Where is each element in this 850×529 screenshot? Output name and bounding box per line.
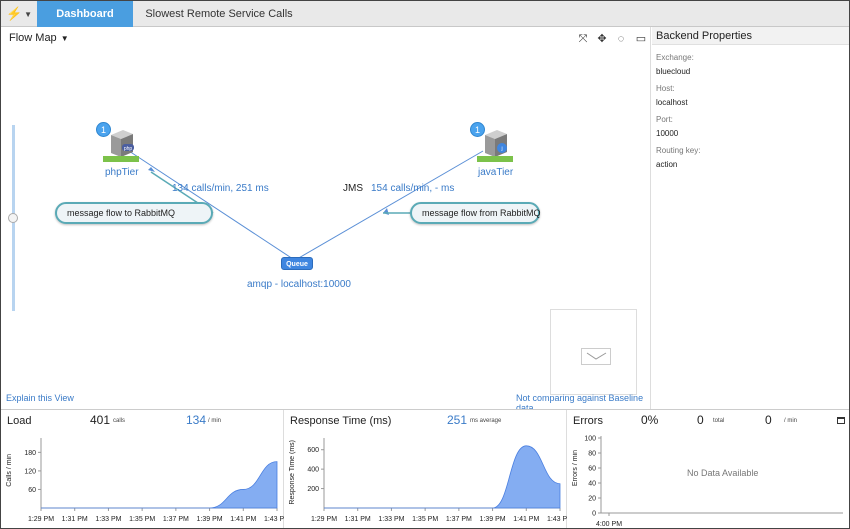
x-tick-label: 1:39 PM: [197, 516, 223, 523]
property-value: action: [656, 160, 678, 169]
java-tier-health-bar: [477, 156, 513, 162]
series-area: [41, 461, 278, 509]
y-tick-label: 100: [584, 436, 596, 443]
series-area: [324, 445, 561, 509]
y-tick-label: 0: [592, 511, 596, 518]
y-tick-label: 20: [588, 496, 596, 503]
x-tick-label: 1:37 PM: [163, 516, 189, 523]
property-value: bluecloud: [656, 67, 691, 76]
overview-edges: [586, 352, 607, 360]
no-data-message: No Data Available: [687, 468, 759, 478]
response-time-chart: 600 400 200 1:29 PM 1:31 PM 1:33 PM 1:35 PM 1:3…: [307, 438, 567, 523]
edge-java-metrics[interactable]: JMS 154 calls/min, - ms: [343, 183, 454, 194]
x-tick-label: 4:00 PM: [596, 521, 622, 528]
property-key: Host:: [656, 84, 675, 93]
property-value: localhost: [656, 98, 688, 107]
svg-text:php: php: [124, 146, 133, 152]
queue-label[interactable]: amqp - localhost:10000: [247, 279, 351, 290]
x-tick-label: 1:43 PM: [547, 516, 567, 523]
y-tick-label: 400: [307, 467, 319, 474]
y-tick-label: 200: [307, 486, 319, 493]
php-tier-health-bar: [103, 156, 139, 162]
property-host: Host: localhost: [652, 84, 849, 107]
x-tick-label: 1:29 PM: [311, 516, 337, 523]
y-tick-label: 180: [24, 450, 36, 457]
jms-protocol-label: JMS: [343, 183, 363, 194]
php-tier-label[interactable]: phpTier: [105, 167, 139, 178]
response-time-panel[interactable]: Response Time (ms) 251 ms average Respon…: [284, 410, 567, 528]
explain-view-link[interactable]: Explain this View: [6, 393, 74, 403]
server-icon[interactable]: j: [483, 129, 509, 159]
tab-slowest-remote-service-calls[interactable]: Slowest Remote Service Calls: [133, 1, 305, 27]
app-window: ⚡ ▼ Dashboard Slowest Remote Service Call…: [0, 0, 850, 529]
callout-to-rabbitmq: message flow to RabbitMQ: [55, 202, 213, 224]
x-tick-label: 1:37 PM: [446, 516, 472, 523]
x-tick-label: 1:41 PM: [230, 516, 256, 523]
backend-properties-panel: Backend Properties Exchange: bluecloud H…: [652, 27, 849, 409]
java-tier-label[interactable]: javaTier: [478, 167, 513, 178]
x-tick-label: 1:39 PM: [480, 516, 506, 523]
overview-viewport[interactable]: [581, 348, 611, 365]
tab-dashboard[interactable]: Dashboard: [37, 1, 133, 27]
x-tick-label: 1:35 PM: [129, 516, 155, 523]
y-tick-label: 80: [588, 451, 596, 458]
x-tick-label: 1:43 PM: [264, 516, 284, 523]
y-tick-label: 600: [307, 447, 319, 454]
x-tick-label: 1:31 PM: [62, 516, 88, 523]
edge-java-metrics-text: 154 calls/min, - ms: [371, 183, 455, 194]
property-exchange: Exchange: bluecloud: [652, 53, 849, 76]
load-panel[interactable]: Load 401 calls 134 / min Calls / min 180…: [1, 410, 284, 528]
metrics-strip: Load 401 calls 134 / min Calls / min 180…: [1, 409, 849, 528]
property-port: Port: 10000: [652, 115, 849, 138]
property-value: 10000: [656, 129, 679, 138]
app-menu-button[interactable]: ⚡ ▼: [1, 1, 37, 27]
y-tick-label: 60: [588, 466, 596, 473]
load-chart: 180 120 60 1:29 PM 1:31 PM 1:33 PM 1:35 PM 1:37…: [24, 438, 284, 523]
y-tick-label: 120: [24, 468, 36, 475]
callout-from-rabbitmq: message flow from RabbitMQ: [410, 202, 541, 224]
x-tick-label: 1:41 PM: [513, 516, 539, 523]
server-icon[interactable]: php: [109, 129, 135, 159]
property-key: Exchange:: [656, 53, 694, 62]
property-key: Port:: [656, 115, 673, 124]
property-key: Routing key:: [656, 146, 701, 155]
edge-php-metrics[interactable]: 134 calls/min, 251 ms: [172, 183, 269, 194]
flow-map-panel: Flow Map ▼ ⤧ ✥ ◌ ▭ 1 php phpTier 1 j jav…: [1, 27, 651, 413]
queue-node[interactable]: Queue: [281, 257, 313, 270]
x-tick-label: 1:29 PM: [28, 516, 54, 523]
chevron-down-icon: ▼: [24, 9, 33, 19]
x-tick-label: 1:33 PM: [378, 516, 404, 523]
top-nav-bar: ⚡ ▼ Dashboard Slowest Remote Service Call…: [1, 1, 849, 27]
x-tick-label: 1:35 PM: [412, 516, 438, 523]
lightning-icon: ⚡: [5, 6, 23, 21]
flow-map-overview[interactable]: [550, 309, 637, 395]
x-tick-label: 1:31 PM: [345, 516, 371, 523]
backend-properties-title: Backend Properties: [652, 27, 849, 45]
y-tick-label: 60: [28, 487, 36, 494]
x-tick-label: 1:33 PM: [95, 516, 121, 523]
svg-text:j: j: [500, 146, 502, 152]
property-routing-key: Routing key: action: [652, 146, 849, 169]
y-tick-label: 40: [588, 481, 596, 488]
